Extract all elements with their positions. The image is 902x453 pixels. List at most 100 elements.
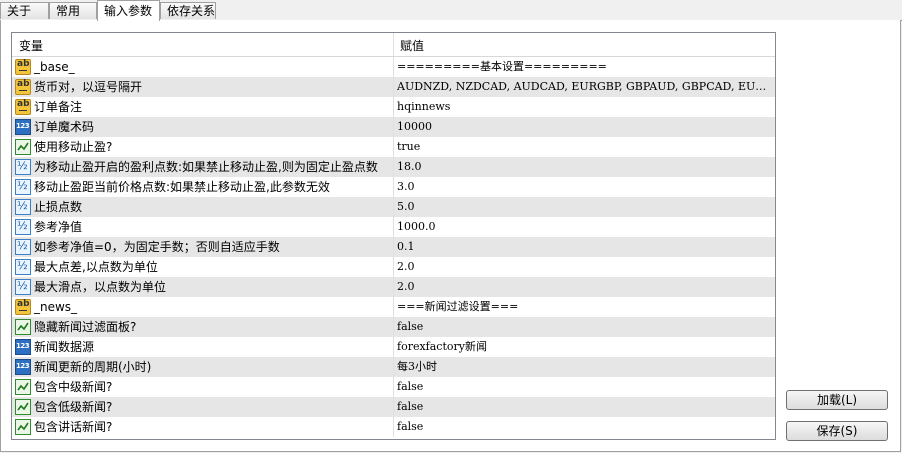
integer-type-icon [15,119,31,135]
cell-separator [393,257,394,277]
double-type-icon [15,199,31,215]
load-button[interactable]: 加载(L) [786,390,888,410]
parameter-value[interactable]: true [397,137,773,157]
parameter-row[interactable]: 订单备注 hqinnews [12,97,775,117]
parameter-value[interactable]: 18.0 [397,157,773,177]
parameter-value[interactable]: 10000 [397,117,773,137]
parameter-value[interactable]: 1000.0 [397,217,773,237]
double-type-icon [15,159,31,175]
parameter-value[interactable]: false [397,397,773,417]
boolean-type-icon [15,319,31,335]
cell-separator [393,237,394,257]
column-header-variable[interactable]: 变量 [19,37,43,54]
parameter-name: 包含中级新闻? [34,380,113,394]
parameter-row[interactable]: 如参考净值=0，为固定手数；否则自适应手数 0.1 [12,237,775,257]
parameter-row[interactable]: 参考净值 1000.0 [12,217,775,237]
parameter-name: 移动止盈距当前价格点数:如果禁止移动止盈,此参数无效 [34,180,330,194]
parameter-row[interactable]: 为移动止盈开启的盈利点数:如果禁止移动止盈,则为固定止盈点数 18.0 [12,157,775,177]
boolean-type-icon [15,399,31,415]
parameter-name: 为移动止盈开启的盈利点数:如果禁止移动止盈,则为固定止盈点数 [34,160,378,174]
cell-separator [393,117,394,137]
parameter-name: 止损点数 [34,200,83,214]
cell-separator [393,417,394,437]
parameter-name: 货币对，以逗号隔开 [34,80,143,94]
tab-inputs[interactable]: 输入参数 [97,0,160,21]
cell-separator [393,357,394,377]
cell-separator [393,337,394,357]
parameter-value[interactable]: false [397,417,773,437]
parameter-name: 包含低级新闻? [34,400,113,414]
parameter-name: _news_ [34,300,78,314]
cell-separator [393,377,394,397]
parameter-row[interactable]: _news_ ===新闻过滤设置=== [12,297,775,317]
parameter-name: 参考净值 [34,220,83,234]
string-type-icon [15,59,31,75]
cell-separator [393,137,394,157]
parameter-row[interactable]: 货币对，以逗号隔开 AUDNZD, NZDCAD, AUDCAD, EURGBP,… [12,77,775,97]
parameter-name: 最大滑点，以点数为单位 [34,280,167,294]
parameter-value[interactable]: 每3小时 [397,357,773,377]
cell-separator [393,297,394,317]
parameter-value[interactable]: hqinnews [397,97,773,117]
cell-separator [393,77,394,97]
parameter-value[interactable]: =========基本设置========= [397,57,773,77]
parameter-row[interactable]: 使用移动止盈? true [12,137,775,157]
parameter-value[interactable]: false [397,377,773,397]
tab-common[interactable]: 常用 [49,2,97,19]
parameter-row[interactable]: 包含低级新闻? false [12,397,775,417]
double-type-icon [15,239,31,255]
string-type-icon [15,99,31,115]
parameter-row[interactable]: 最大滑点，以点数为单位 2.0 [12,277,775,297]
parameter-row[interactable]: 包含讲话新闻? false [12,417,775,437]
cell-separator [393,397,394,417]
parameter-name: 如参考净值=0，为固定手数；否则自适应手数 [34,240,280,254]
parameter-row[interactable]: 最大点差,以点数为单位 2.0 [12,257,775,277]
double-type-icon [15,219,31,235]
parameter-value[interactable]: 2.0 [397,257,773,277]
cell-separator [393,277,394,297]
parameter-row[interactable]: 包含中级新闻? false [12,377,775,397]
cell-separator [393,97,394,117]
parameter-row[interactable]: 止损点数 5.0 [12,197,775,217]
grid-header: 变量 赋值 [12,33,775,57]
string-type-icon [15,79,31,95]
integer-type-icon [15,359,31,375]
parameter-value[interactable]: AUDNZD, NZDCAD, AUDCAD, EURGBP, GBPAUD, … [397,77,773,97]
cell-separator [393,177,394,197]
parameter-value[interactable]: 3.0 [397,177,773,197]
parameter-row[interactable]: 新闻更新的周期(小时) 每3小时 [12,357,775,377]
boolean-type-icon [15,379,31,395]
parameter-row[interactable]: 新闻数据源 forexfactory新闻 [12,337,775,357]
parameter-value[interactable]: false [397,317,773,337]
tab-dependencies[interactable]: 依存关系 [160,2,216,19]
cell-separator [393,57,394,77]
parameter-name: 隐藏新闻过滤面板? [34,320,137,334]
parameter-name: 新闻更新的周期(小时) [34,360,152,374]
parameter-value[interactable]: 2.0 [397,277,773,297]
parameter-value[interactable]: ===新闻过滤设置=== [397,297,773,317]
double-type-icon [15,179,31,195]
parameter-row[interactable]: _base_ =========基本设置========= [12,57,775,77]
parameter-name: 新闻数据源 [34,340,95,354]
parameter-row[interactable]: 隐藏新闻过滤面板? false [12,317,775,337]
column-header-value[interactable]: 赋值 [400,37,424,54]
boolean-type-icon [15,139,31,155]
parameter-name: 订单魔术码 [34,120,95,134]
parameters-grid: 变量 赋值 _base_=========基本设置=========货币对，以逗… [11,32,776,440]
parameter-name: 包含讲话新闻? [34,420,113,434]
parameter-row[interactable]: 订单魔术码 10000 [12,117,775,137]
column-separator[interactable] [393,33,394,56]
save-button[interactable]: 保存(S) [786,421,888,441]
parameter-value[interactable]: 5.0 [397,197,773,217]
parameter-row[interactable]: 移动止盈距当前价格点数:如果禁止移动止盈,此参数无效 3.0 [12,177,775,197]
parameter-name: 使用移动止盈? [34,140,113,154]
parameter-value[interactable]: forexfactory新闻 [397,337,773,357]
parameter-name: 最大点差,以点数为单位 [34,260,158,274]
integer-type-icon [15,339,31,355]
cell-separator [393,317,394,337]
double-type-icon [15,279,31,295]
parameter-name: _base_ [34,60,75,74]
boolean-type-icon [15,419,31,435]
parameter-value[interactable]: 0.1 [397,237,773,257]
tab-about[interactable]: 关于 [0,2,49,19]
